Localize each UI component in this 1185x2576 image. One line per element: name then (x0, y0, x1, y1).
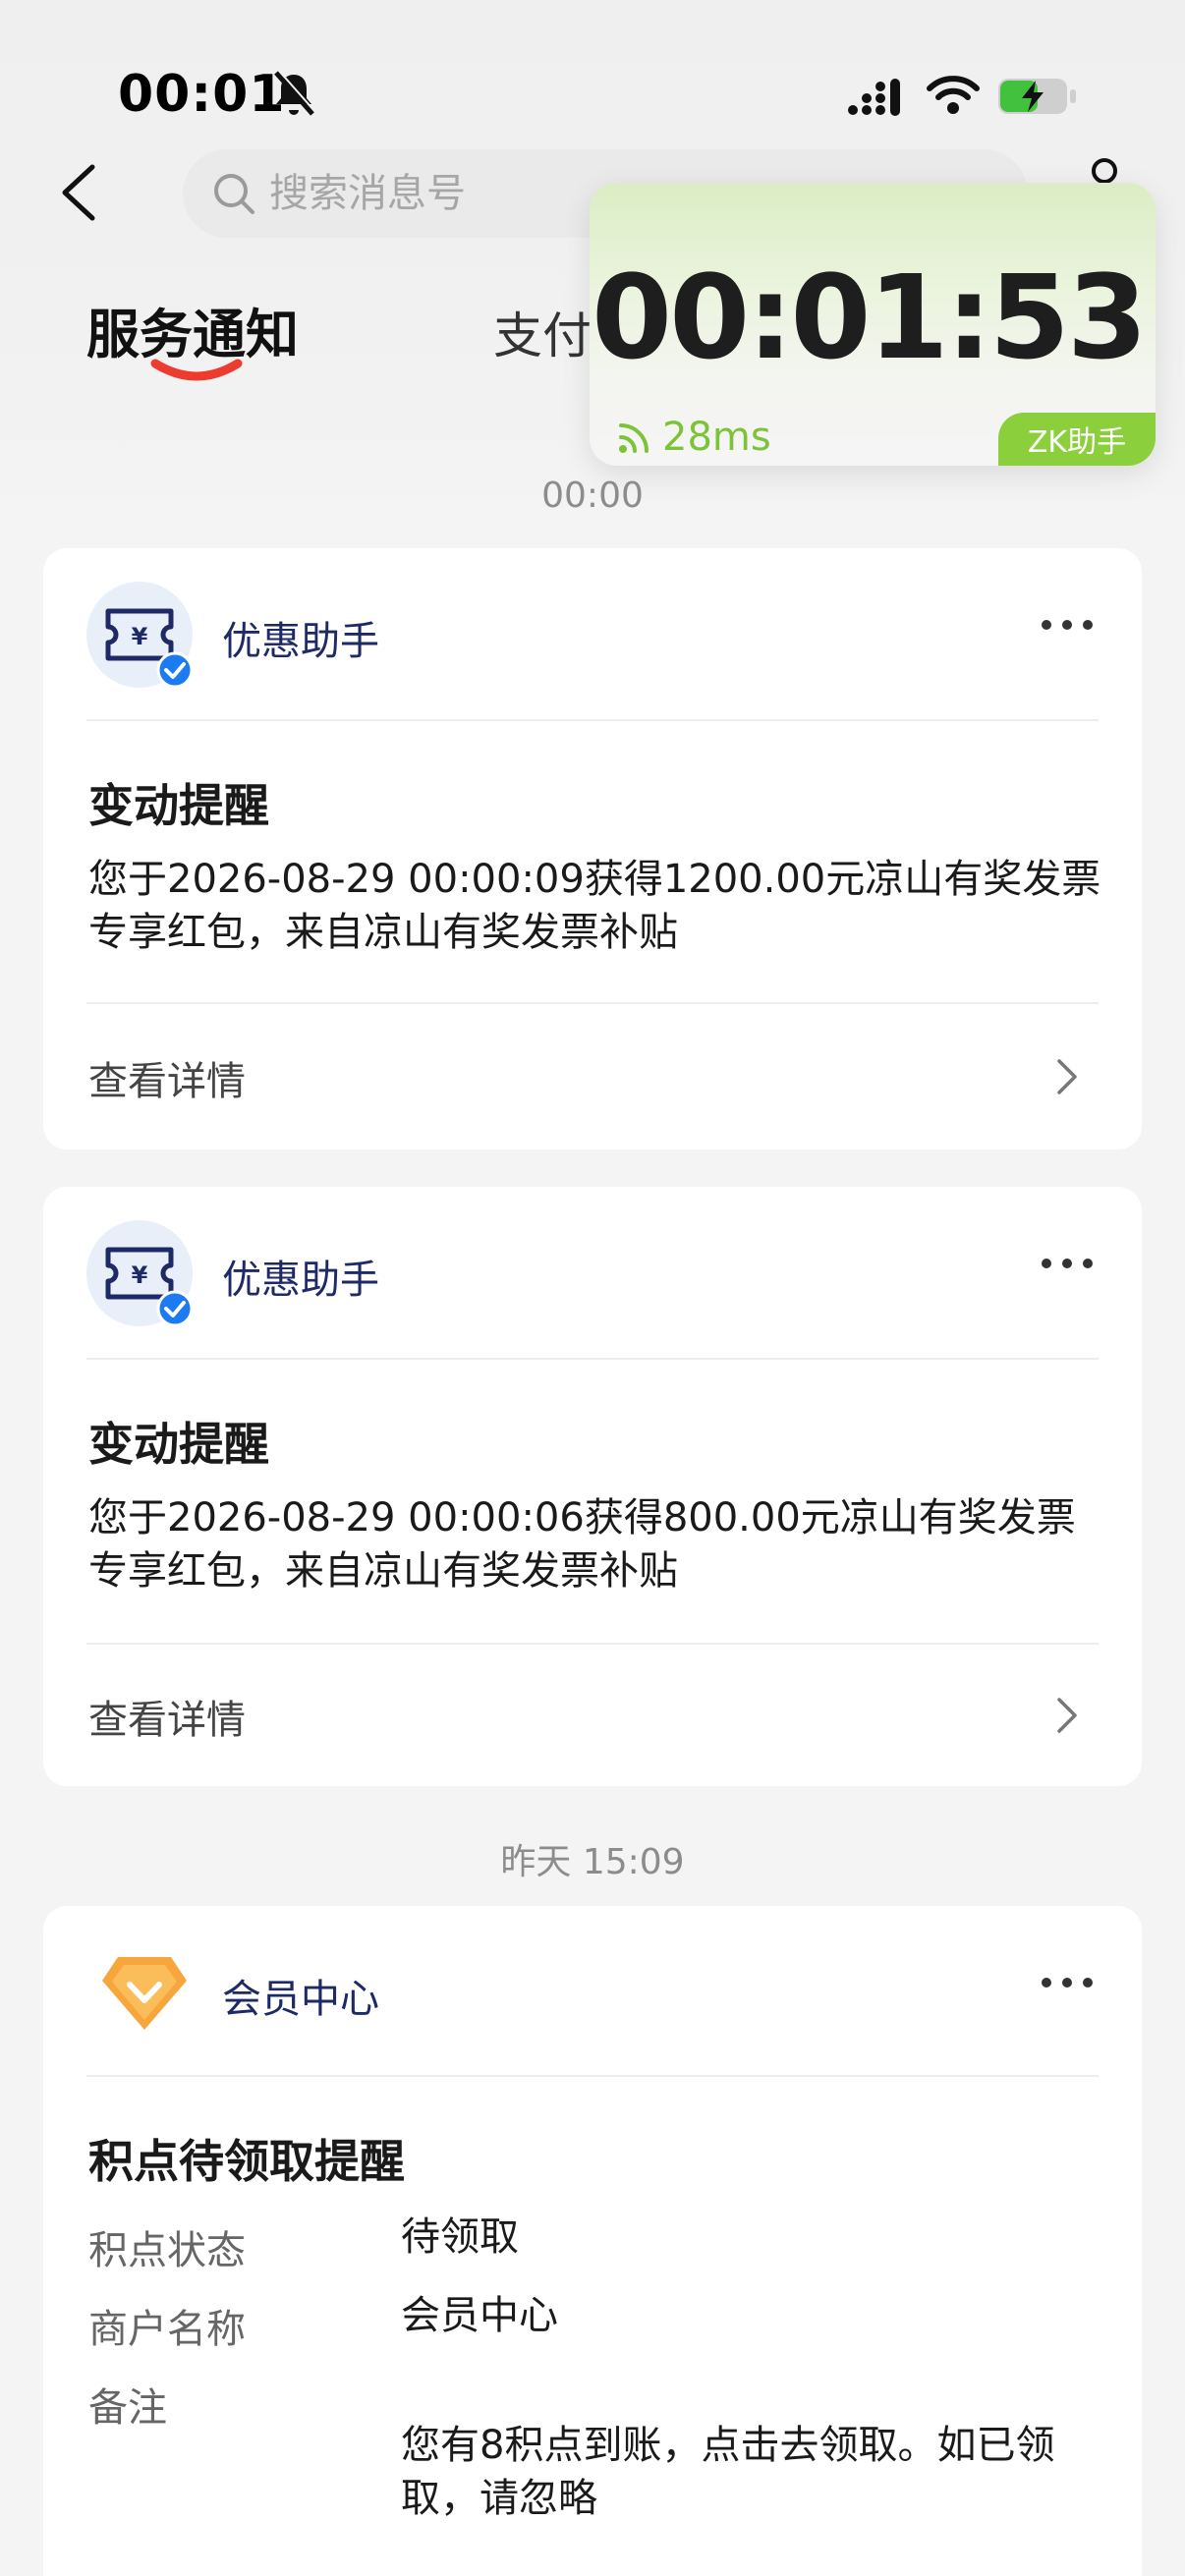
chevron-right-icon[interactable] (1055, 1696, 1079, 1735)
points-status-label: 积点状态 (88, 2228, 246, 2273)
sender-name[interactable]: 优惠助手 (222, 1248, 379, 1305)
timer-app-badge: ZK助手 (998, 413, 1156, 466)
chevron-right-icon[interactable] (1055, 1057, 1079, 1096)
timer-main: 00:01:53. (592, 250, 1156, 385)
remark-label: 备注 (88, 2385, 167, 2431)
timer-overlay[interactable]: 00:01:53.4 28ms ZK助手 (590, 183, 1156, 466)
bell-off-icon (274, 70, 316, 116)
tab-active-indicator (150, 359, 243, 381)
sender-avatar[interactable]: ¥ (86, 582, 194, 689)
view-details-link[interactable]: 查看详情 (88, 1049, 246, 1106)
card-divider (86, 1002, 1099, 1004)
wifi-icon (927, 76, 980, 114)
sender-name[interactable]: 优惠助手 (222, 609, 379, 666)
status-time: 00:01 (118, 65, 286, 124)
member-diamond-icon[interactable] (98, 1951, 191, 2034)
card-divider (86, 2075, 1099, 2077)
signal-icon (848, 79, 900, 116)
member-notification-card[interactable]: 会员中心 积点待领取提醒 积点状态 待领取 商户名称 会员中心 备注 您有8积点… (43, 1906, 1142, 2576)
sender-avatar[interactable]: ¥ (86, 1220, 194, 1327)
message-body: 您于2026-08-29 00:00:09获得1200.00元凉山有奖发票专享红… (88, 857, 1101, 955)
sender-name[interactable]: 会员中心 (222, 1967, 379, 2024)
card-divider (86, 1358, 1099, 1360)
merchant-name-value: 会员中心 (401, 2293, 558, 2338)
time-separator: 昨天 15:09 (500, 1842, 685, 1882)
timer-display: 00:01:53.4 (592, 259, 1156, 375)
svg-text:¥: ¥ (132, 1261, 148, 1289)
more-options-icon[interactable] (1040, 617, 1095, 633)
message-title: 变动提醒 (88, 779, 269, 832)
back-arrow-icon[interactable] (57, 161, 104, 224)
battery-charging-icon (998, 79, 1076, 114)
message-title: 积点待领取提醒 (88, 2135, 405, 2188)
tab-payment[interactable]: 支付 (493, 297, 592, 367)
card-divider (86, 719, 1099, 721)
svg-text:¥: ¥ (132, 623, 148, 650)
verified-badge-icon (156, 651, 194, 689)
remark-value: 您有8积点到账，点击去领取。如已领取，请忽略 (401, 2423, 1055, 2521)
card-divider (86, 1643, 1099, 1645)
notification-card[interactable]: ¥ 优惠助手 变动提醒 您于2026-08-29 00:00:06获得800.0… (43, 1187, 1142, 1786)
search-icon (214, 174, 254, 214)
latency-value: 28ms (662, 415, 771, 460)
verified-badge-icon (156, 1290, 194, 1327)
view-details-link[interactable]: 查看详情 (88, 1688, 246, 1745)
more-options-icon[interactable] (1040, 1256, 1095, 1271)
notification-card[interactable]: ¥ 优惠助手 变动提醒 您于2026-08-29 00:00:09获得1200.… (43, 548, 1142, 1149)
merchant-name-label: 商户名称 (88, 2307, 246, 2352)
more-options-icon[interactable] (1040, 1975, 1095, 1990)
points-status-value: 待领取 (401, 2214, 519, 2260)
message-title: 变动提醒 (88, 1418, 269, 1471)
time-separator: 00:00 (541, 476, 644, 516)
timer-latency: 28ms (615, 415, 771, 460)
message-body: 您于2026-08-29 00:00:06获得800.00元凉山有奖发票专享红包… (88, 1495, 1076, 1594)
signal-arc-icon (619, 423, 649, 453)
